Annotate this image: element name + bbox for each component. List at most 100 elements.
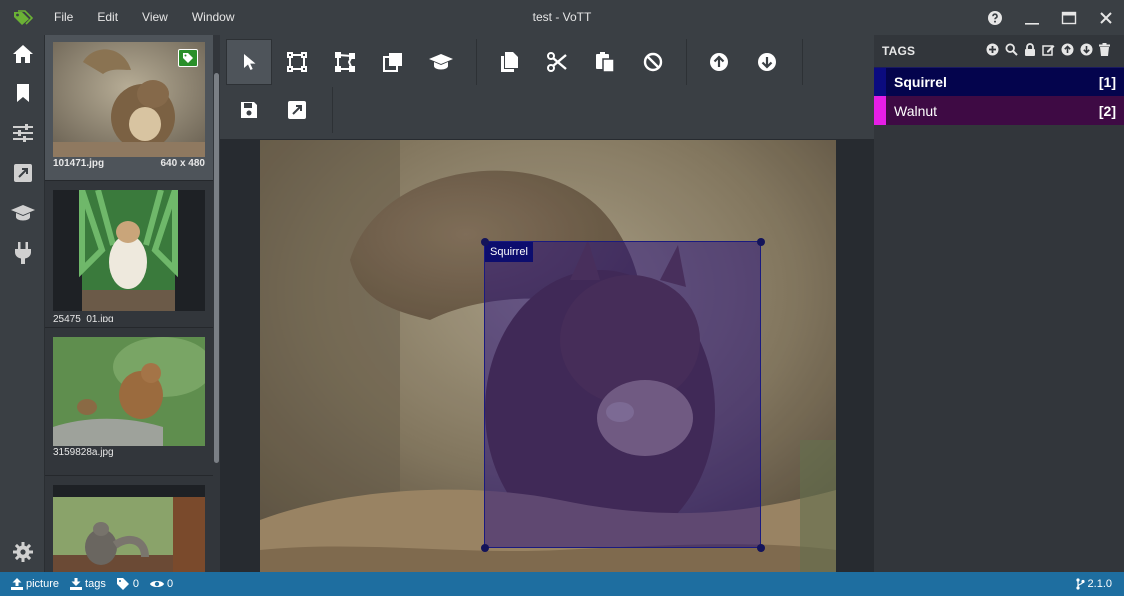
- app-version: 2.1.0: [1075, 572, 1112, 596]
- editor-canvas[interactable]: Squirrel: [220, 139, 874, 572]
- search-icon[interactable]: [1005, 43, 1018, 56]
- close-icon[interactable]: [1087, 0, 1124, 35]
- active-learning-button[interactable]: [418, 39, 464, 85]
- visited-count: 0: [166, 578, 174, 590]
- scrollbar-thumb[interactable]: [214, 73, 219, 463]
- asset-thumbnail[interactable]: 3159828a.jpg: [45, 328, 213, 476]
- editor-toolbar: [220, 35, 874, 139]
- tag-color-swatch[interactable]: [874, 68, 886, 96]
- save-icon: [240, 101, 258, 119]
- nav-settings-project[interactable]: [0, 113, 45, 153]
- tag-item[interactable]: Squirrel [1]: [874, 67, 1124, 96]
- vott-window: File Edit View Window test - VoTT 101471…: [0, 0, 1124, 596]
- nav-connections[interactable]: [0, 233, 45, 273]
- asset-caption: 25475_01.jpg: [53, 312, 205, 322]
- nav-editor[interactable]: [0, 73, 45, 113]
- menu-file[interactable]: File: [45, 0, 88, 35]
- export-icon: [13, 163, 33, 183]
- resize-handle[interactable]: [480, 237, 489, 246]
- resize-handle[interactable]: [756, 543, 765, 552]
- window-controls: [976, 0, 1124, 35]
- tag-list: Squirrel [1] Walnut [2]: [874, 67, 1124, 125]
- asset-preview-list: 101471.jpg 640 x 480 25475_01.jpg 315982…: [45, 35, 213, 572]
- asset-thumbnail[interactable]: 101471.jpg 640 x 480: [45, 35, 213, 181]
- graduation-cap-icon: [10, 204, 35, 222]
- download-icon: [70, 578, 83, 590]
- tag-color-swatch[interactable]: [874, 96, 886, 125]
- draw-polygon-button[interactable]: [322, 39, 368, 85]
- nav-home[interactable]: [0, 35, 45, 73]
- status-source-connection[interactable]: picture: [11, 578, 59, 590]
- tag-icon: [116, 578, 130, 590]
- lock-icon[interactable]: [1024, 43, 1036, 56]
- previous-asset-icon: [709, 52, 729, 72]
- paste-icon: [596, 52, 614, 72]
- save-project-button[interactable]: [226, 87, 272, 133]
- plug-icon: [14, 242, 32, 264]
- status-tag-count: 0: [116, 578, 139, 590]
- status-target-connection[interactable]: tags: [70, 578, 106, 590]
- tag-actions: [986, 43, 1110, 56]
- resize-handle[interactable]: [480, 543, 489, 552]
- move-up-icon[interactable]: [1061, 43, 1074, 56]
- home-icon: [12, 44, 34, 64]
- version-number: 2.1.0: [1087, 578, 1112, 590]
- clear-icon: [643, 52, 663, 72]
- help-icon[interactable]: [976, 0, 1013, 35]
- next-asset-button[interactable]: [744, 39, 790, 85]
- next-asset-icon: [757, 52, 777, 72]
- asset-caption: 3159828a.jpg: [53, 447, 205, 458]
- rectangle-icon: [287, 52, 307, 72]
- move-down-icon[interactable]: [1080, 43, 1093, 56]
- tagged-badge: [178, 49, 198, 67]
- add-icon[interactable]: [986, 43, 999, 56]
- draw-rectangle-button[interactable]: [274, 39, 320, 85]
- menu-edit[interactable]: Edit: [88, 0, 133, 35]
- copy-regions-button[interactable]: [486, 39, 532, 85]
- asset-thumbnail[interactable]: [45, 476, 213, 572]
- toolbar-separator: [686, 39, 687, 85]
- menu-view[interactable]: View: [133, 0, 183, 35]
- bounding-box-region[interactable]: Squirrel: [480, 237, 765, 552]
- copy-icon: [500, 52, 518, 72]
- select-tool-button[interactable]: [226, 39, 272, 85]
- asset-image: Squirrel: [260, 140, 836, 572]
- cut-icon: [547, 52, 567, 72]
- pointer-icon: [242, 53, 256, 71]
- toolbar-separator: [476, 39, 477, 85]
- git-branch-icon: [1075, 578, 1085, 590]
- upload-icon: [11, 578, 23, 590]
- status-target-label: tags: [85, 578, 106, 590]
- nav-active-learning[interactable]: [0, 193, 45, 233]
- status-visited-count: 0: [149, 578, 174, 590]
- export-project-button[interactable]: [274, 87, 320, 133]
- eye-icon: [149, 579, 164, 589]
- asset-thumbnail[interactable]: 25475_01.jpg: [45, 181, 213, 328]
- nav-app-settings[interactable]: [0, 532, 45, 572]
- region-tag-label: Squirrel: [485, 242, 533, 262]
- nav-export[interactable]: [0, 153, 45, 193]
- asset-image: [53, 337, 205, 446]
- delete-icon[interactable]: [1099, 43, 1110, 56]
- minimize-icon[interactable]: [1013, 0, 1050, 35]
- previous-asset-button[interactable]: [696, 39, 742, 85]
- paste-regions-button[interactable]: [582, 39, 628, 85]
- toolbar-separator: [332, 87, 333, 133]
- tag-count: 0: [132, 578, 139, 590]
- cut-regions-button[interactable]: [534, 39, 580, 85]
- copy-rectangle-icon: [383, 52, 403, 72]
- polygon-icon: [335, 52, 355, 72]
- copy-rectangle-button[interactable]: [370, 39, 416, 85]
- asset-dimensions: 640 x 480: [160, 158, 206, 169]
- maximize-icon[interactable]: [1050, 0, 1087, 35]
- left-nav: [0, 35, 45, 572]
- edit-icon[interactable]: [1042, 43, 1055, 56]
- tag-item[interactable]: Walnut [2]: [874, 96, 1124, 125]
- menu-window[interactable]: Window: [183, 0, 250, 35]
- title-bar: File Edit View Window test - VoTT: [0, 0, 1124, 35]
- tags-panel-title: TAGS: [882, 44, 916, 58]
- asset-list-scrollbar[interactable]: [213, 35, 220, 572]
- asset-filename: 3159828a.jpg: [53, 447, 114, 458]
- clear-regions-button[interactable]: [630, 39, 676, 85]
- resize-handle[interactable]: [756, 237, 765, 246]
